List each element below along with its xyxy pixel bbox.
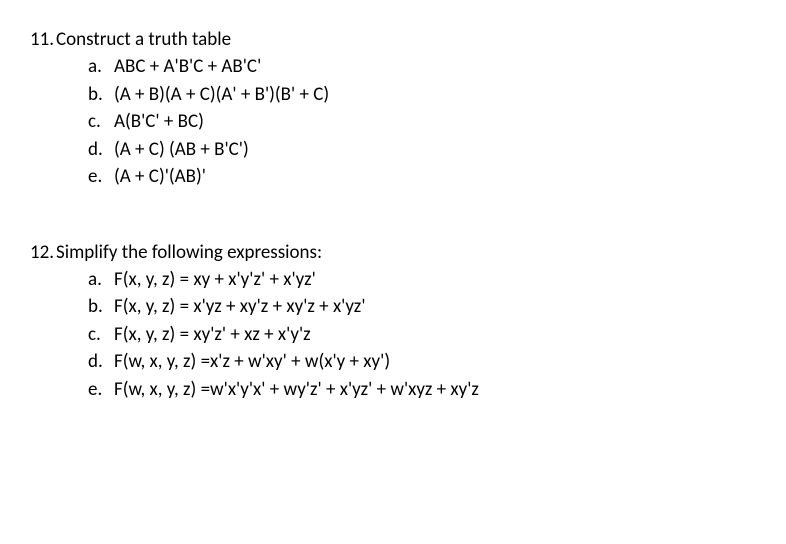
item-expression: F(x, y, z) = x'yz + xy'z + xy'z + x'yz' [114,293,786,321]
list-item: d. F(w, x, y, z) =x'z + w'xy' + w(x'y + … [88,348,786,376]
list-item: e. (A + C)'(AB)' [88,163,786,191]
question-text: Construct a truth table [56,28,786,51]
list-item: b. F(x, y, z) = x'yz + xy'z + xy'z + x'y… [88,293,786,321]
item-expression: (A + C) (AB + B'C') [114,136,786,164]
list-item: a. ABC + A'B'C + AB'C' [88,53,786,81]
question-items: a. ABC + A'B'C + AB'C' b. (A + B)(A + C)… [30,53,786,191]
question-number: 12. [30,241,56,264]
item-letter: c. [88,321,114,349]
item-letter: b. [88,293,114,321]
item-expression: (A + C)'(AB)' [114,163,786,191]
question-header: 12. Simplify the following expressions: [30,241,786,264]
item-letter: c. [88,108,114,136]
item-expression: ABC + A'B'C + AB'C' [114,53,786,81]
item-expression: F(x, y, z) = xy + x'y'z' + x'yz' [114,266,786,294]
list-item: a. F(x, y, z) = xy + x'y'z' + x'yz' [88,266,786,294]
question-header: 11. Construct a truth table [30,28,786,51]
list-item: b. (A + B)(A + C)(A' + B')(B' + C) [88,81,786,109]
question-number: 11. [30,28,56,51]
item-expression: (A + B)(A + C)(A' + B')(B' + C) [114,81,786,109]
list-item: e. F(w, x, y, z) =w'x'y'x' + wy'z' + x'y… [88,376,786,404]
list-item: d. (A + C) (AB + B'C') [88,136,786,164]
item-expression: A(B'C' + BC) [114,108,786,136]
item-letter: d. [88,136,114,164]
item-letter: a. [88,53,114,81]
question-11: 11. Construct a truth table a. ABC + A'B… [30,28,786,191]
item-letter: d. [88,348,114,376]
question-text: Simplify the following expressions: [56,241,786,264]
item-expression: F(w, x, y, z) =x'z + w'xy' + w(x'y + xy'… [114,348,786,376]
question-12: 12. Simplify the following expressions: … [30,241,786,404]
item-letter: e. [88,163,114,191]
item-letter: a. [88,266,114,294]
item-letter: b. [88,81,114,109]
item-expression: F(w, x, y, z) =w'x'y'x' + wy'z' + x'yz' … [114,376,786,404]
question-items: a. F(x, y, z) = xy + x'y'z' + x'yz' b. F… [30,266,786,404]
item-expression: F(x, y, z) = xy'z' + xz + x'y'z [114,321,786,349]
list-item: c. A(B'C' + BC) [88,108,786,136]
item-letter: e. [88,376,114,404]
list-item: c. F(x, y, z) = xy'z' + xz + x'y'z [88,321,786,349]
